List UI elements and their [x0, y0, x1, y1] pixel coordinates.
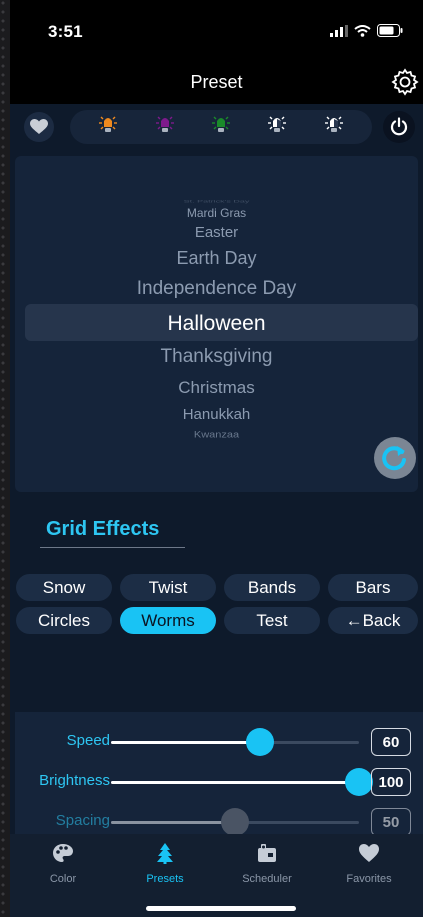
bulb-button-2[interactable] [154, 114, 176, 141]
status-icons [330, 24, 403, 37]
picker-item[interactable]: Easter [15, 224, 418, 241]
picker-item[interactable]: Hanukkah [15, 406, 418, 423]
tab-bar: Color Presets Scheduler Favorites [10, 834, 423, 917]
heart-icon [359, 844, 379, 862]
effect-chip-bars[interactable]: Bars [328, 574, 418, 601]
slider-label: Spacing [55, 812, 110, 829]
device-edge [0, 0, 10, 917]
signal-icon [330, 24, 348, 37]
slider-panel: Speed 60 Brightness 100 Spacing 50 [15, 712, 423, 836]
slider-fill [111, 821, 235, 824]
picker-item[interactable]: Mardi Gras [15, 206, 418, 220]
effect-chip-worms[interactable]: Worms [120, 607, 216, 634]
effect-chip-bands[interactable]: Bands [224, 574, 320, 601]
slider-label: Speed [66, 732, 110, 749]
bulb-button-5[interactable] [323, 114, 345, 141]
tab-label: Scheduler [242, 873, 292, 885]
picker-item[interactable]: St. Patrick's Day [15, 199, 418, 204]
tab-label: Favorites [346, 873, 392, 885]
gear-icon[interactable] [391, 68, 419, 96]
refresh-icon [382, 446, 406, 471]
picker-item[interactable]: Kwanzaa [15, 430, 418, 440]
slider-knob[interactable] [221, 808, 249, 836]
green-bulb-icon [211, 116, 230, 132]
picker-item-selected[interactable]: Halloween [15, 312, 418, 336]
title-underline [40, 547, 185, 548]
refresh-button[interactable] [374, 437, 416, 479]
tab-label: Color [49, 873, 77, 885]
tab-color[interactable]: Color [13, 842, 113, 885]
orange-bulb-icon [99, 116, 118, 132]
home-indicator [146, 906, 296, 911]
white-bulb-icon [324, 116, 343, 132]
slider-label: Brightness [39, 772, 110, 789]
power-icon [390, 117, 408, 136]
grid-effects-title: Grid Effects [46, 518, 160, 540]
slider-fill [111, 741, 260, 744]
tab-favorites[interactable]: Favorites [319, 842, 419, 885]
slider-knob[interactable] [345, 768, 373, 796]
tree-icon [157, 843, 173, 864]
heart-icon [30, 119, 48, 134]
picker-item[interactable]: Earth Day [15, 248, 418, 269]
purple-bulb-icon [155, 116, 174, 132]
picker-item[interactable]: Christmas [15, 378, 418, 398]
scheduler-icon [258, 844, 276, 862]
wifi-icon [354, 24, 371, 37]
palette-icon [53, 844, 73, 862]
picker-item[interactable]: Independence Day [15, 278, 418, 300]
effect-chip-circles[interactable]: Circles [16, 607, 112, 634]
slider-value-box[interactable]: 50 [371, 808, 411, 836]
effect-chip-twist[interactable]: Twist [120, 574, 216, 601]
page-title: Preset [190, 72, 243, 92]
bulb-button-3[interactable] [210, 114, 232, 141]
slider-track[interactable] [111, 781, 359, 784]
slider-fill [111, 781, 359, 784]
status-time: 3:51 [48, 22, 83, 41]
favorite-button[interactable] [24, 112, 54, 142]
picker-item[interactable]: Thanksgiving [15, 346, 418, 368]
app-screen: 3:51 Preset St. Patrick's Day Mardi Gras… [10, 0, 423, 917]
effect-chip-test[interactable]: Test [224, 607, 320, 634]
slider-value-box[interactable]: 60 [371, 728, 411, 756]
tab-presets[interactable]: Presets [115, 842, 215, 885]
effect-chip-back[interactable]: ←Back [328, 607, 418, 634]
bulb-color-bar [70, 110, 372, 144]
status-bar: 3:51 [10, 0, 423, 60]
preset-picker[interactable]: St. Patrick's Day Mardi Gras Easter Earth D… [15, 156, 418, 492]
tab-label: Presets [146, 873, 184, 885]
slider-track[interactable] [111, 741, 359, 744]
power-button[interactable] [383, 111, 415, 143]
slider-value-box[interactable]: 100 [371, 768, 411, 796]
battery-icon [377, 24, 403, 37]
effect-chip-snow[interactable]: Snow [16, 574, 112, 601]
tab-scheduler[interactable]: Scheduler [217, 842, 317, 885]
bulb-button-4[interactable] [266, 114, 288, 141]
white-bulb-icon [268, 116, 287, 132]
slider-knob[interactable] [245, 728, 274, 756]
nav-header: Preset [10, 60, 423, 104]
bulb-button-1[interactable] [97, 114, 119, 141]
